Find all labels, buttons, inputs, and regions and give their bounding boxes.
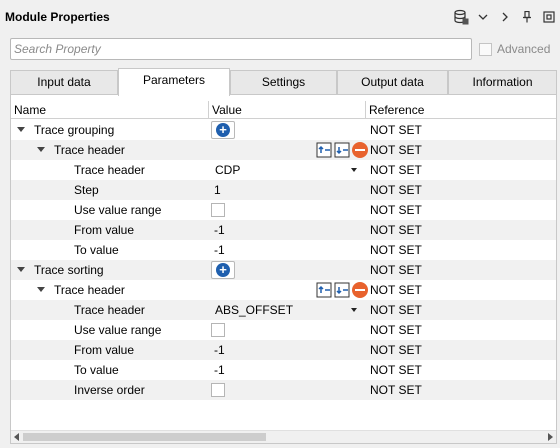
table-row[interactable]: Use value range NOT SET <box>11 200 556 220</box>
pin-icon[interactable] <box>516 6 538 28</box>
from-value[interactable]: -1 <box>214 340 225 360</box>
chevron-right-icon[interactable] <box>494 6 516 28</box>
header-select[interactable]: CDP <box>215 160 240 180</box>
property-reference: NOT SET <box>370 283 422 297</box>
remove-icon[interactable] <box>352 282 368 298</box>
property-reference: NOT SET <box>370 383 422 397</box>
property-name: Trace sorting <box>34 263 104 277</box>
table-row[interactable]: Trace header NOT SET <box>11 280 556 300</box>
expand-caret-icon[interactable] <box>37 147 45 152</box>
move-up-icon[interactable] <box>316 142 332 158</box>
advanced-toggle[interactable]: Advanced <box>479 42 550 56</box>
scroll-left-icon[interactable] <box>14 433 19 441</box>
dropdown-arrow-icon[interactable] <box>351 168 357 172</box>
move-down-icon[interactable] <box>334 282 350 298</box>
property-name: Use value range <box>74 323 162 337</box>
remove-icon[interactable] <box>352 142 368 158</box>
from-value[interactable]: -1 <box>214 220 225 240</box>
advanced-checkbox[interactable] <box>479 42 492 56</box>
add-group-button[interactable]: + <box>211 121 235 139</box>
property-name: Use value range <box>74 203 162 217</box>
table-row[interactable]: Trace grouping + NOT SET <box>11 120 556 140</box>
property-name: Trace header <box>54 283 125 297</box>
add-sort-button[interactable]: + <box>211 261 235 279</box>
property-name: Trace header <box>74 163 145 177</box>
float-icon[interactable] <box>538 6 560 28</box>
property-reference: NOT SET <box>370 203 422 217</box>
property-reference: NOT SET <box>370 243 422 257</box>
tab-output-data[interactable]: Output data <box>337 70 448 94</box>
tab-bar: Input data Parameters Settings Output da… <box>10 68 557 96</box>
tab-parameters[interactable]: Parameters <box>118 68 230 96</box>
expand-caret-icon[interactable] <box>17 127 25 132</box>
column-header-value[interactable]: Value <box>209 101 366 119</box>
property-reference: NOT SET <box>370 143 422 157</box>
scrollbar-thumb[interactable] <box>23 433 266 441</box>
property-name: Trace header <box>54 143 125 157</box>
table-row[interactable]: From value -1 NOT SET <box>11 220 556 240</box>
parameters-panel: Name Value Reference Trace grouping + NO… <box>10 94 557 444</box>
column-header-reference[interactable]: Reference <box>366 101 556 119</box>
chevron-down-icon[interactable] <box>472 6 494 28</box>
table-row[interactable]: To value -1 NOT SET <box>11 240 556 260</box>
use-value-range-checkbox[interactable] <box>211 203 225 217</box>
property-name: To value <box>74 243 119 257</box>
header-actions <box>316 282 370 298</box>
property-reference: NOT SET <box>370 363 422 377</box>
database-icon[interactable] <box>450 6 472 28</box>
header-actions <box>316 142 370 158</box>
scroll-right-icon[interactable] <box>548 433 553 441</box>
property-name: Inverse order <box>74 383 145 397</box>
property-reference: NOT SET <box>370 323 422 337</box>
property-reference: NOT SET <box>370 343 422 357</box>
window-title: Module Properties <box>5 10 110 24</box>
to-value[interactable]: -1 <box>214 240 225 260</box>
property-name: From value <box>74 223 135 237</box>
tab-settings[interactable]: Settings <box>230 70 337 94</box>
move-up-icon[interactable] <box>316 282 332 298</box>
table-row[interactable]: Step 1 NOT SET <box>11 180 556 200</box>
expand-caret-icon[interactable] <box>17 267 25 272</box>
property-reference: NOT SET <box>370 303 422 317</box>
header-select[interactable]: ABS_OFFSET <box>215 300 293 320</box>
table-row[interactable]: Inverse order NOT SET <box>11 380 556 400</box>
plus-icon: + <box>216 263 230 277</box>
table-row[interactable]: Trace header NOT SET <box>11 140 556 160</box>
property-name: Trace header <box>74 303 145 317</box>
horizontal-scrollbar[interactable] <box>11 430 556 443</box>
tab-input-data[interactable]: Input data <box>10 70 118 94</box>
step-value[interactable]: 1 <box>214 180 221 200</box>
table-row[interactable]: Trace header CDP NOT SET <box>11 160 556 180</box>
table-row[interactable]: From value -1 NOT SET <box>11 340 556 360</box>
property-name: From value <box>74 343 135 357</box>
title-bar-icons <box>450 6 560 28</box>
table-row[interactable]: Trace header ABS_OFFSET NOT SET <box>11 300 556 320</box>
property-reference: NOT SET <box>370 163 422 177</box>
table-row[interactable]: Use value range NOT SET <box>11 320 556 340</box>
property-name: To value <box>74 363 119 377</box>
to-value[interactable]: -1 <box>214 360 225 380</box>
expand-caret-icon[interactable] <box>37 287 45 292</box>
table-row[interactable]: To value -1 NOT SET <box>11 360 556 380</box>
title-bar: Module Properties <box>0 0 560 34</box>
tab-information[interactable]: Information <box>448 70 557 94</box>
search-box <box>10 38 472 60</box>
inverse-order-checkbox[interactable] <box>211 383 225 397</box>
advanced-label: Advanced <box>497 42 551 56</box>
search-input[interactable] <box>11 39 471 59</box>
table-row[interactable]: Trace sorting + NOT SET <box>11 260 556 280</box>
table-header: Name Value Reference <box>11 101 556 119</box>
property-reference: NOT SET <box>370 223 422 237</box>
property-name: Step <box>74 183 99 197</box>
plus-icon: + <box>216 123 230 137</box>
property-reference: NOT SET <box>370 123 422 137</box>
use-value-range-checkbox[interactable] <box>211 323 225 337</box>
property-name: Trace grouping <box>34 123 115 137</box>
property-reference: NOT SET <box>370 263 422 277</box>
move-down-icon[interactable] <box>334 142 350 158</box>
dropdown-arrow-icon[interactable] <box>351 308 357 312</box>
property-reference: NOT SET <box>370 183 422 197</box>
column-header-name[interactable]: Name <box>11 101 209 119</box>
